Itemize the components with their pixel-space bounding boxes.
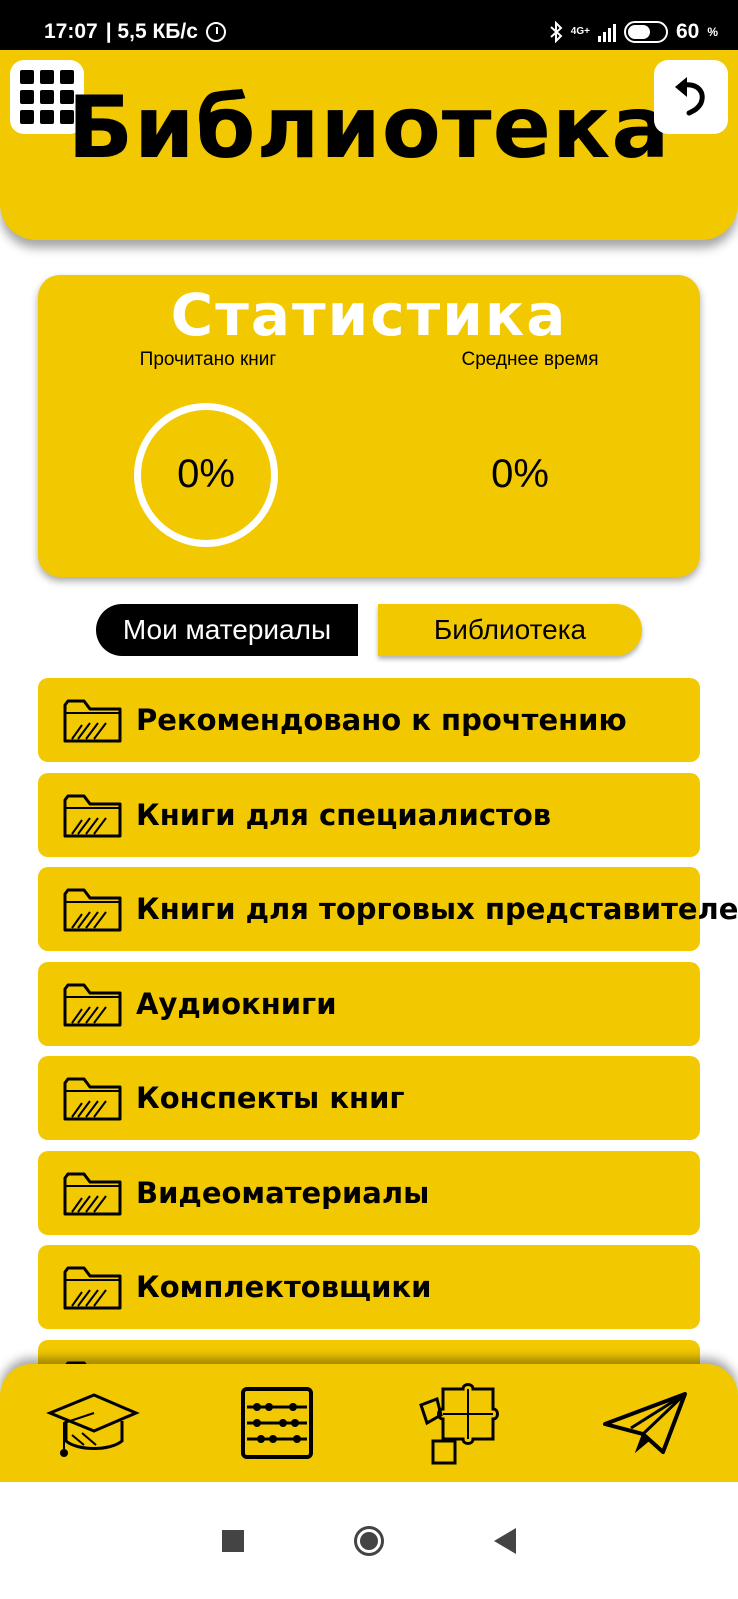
app-header: Библиотека — [0, 50, 738, 240]
folder-list-item[interactable]: Книги для торговых представителей — [38, 867, 738, 951]
folder-list-item[interactable]: Комплектовщики — [38, 1245, 700, 1329]
folder-icon — [63, 1266, 122, 1310]
nav-send-button[interactable] — [596, 1378, 696, 1468]
puzzle-icon — [419, 1383, 500, 1465]
nav-learning-button[interactable] — [42, 1378, 142, 1468]
network-type: 4G+ — [570, 26, 590, 37]
tab-library[interactable]: Библиотека — [378, 604, 642, 656]
nav-puzzle-button[interactable] — [411, 1378, 511, 1468]
folder-list-item[interactable]: Видеоматериалы — [38, 1151, 700, 1235]
stats-title: Статистика — [170, 281, 568, 349]
abacus-icon — [240, 1387, 313, 1459]
tab-my-materials[interactable]: Мои материалы — [96, 604, 358, 656]
signal-icon — [597, 22, 616, 42]
graduation-cap-icon — [46, 1393, 141, 1457]
battery-unit: % — [707, 25, 718, 39]
folder-icon — [63, 1172, 122, 1216]
system-nav-bar — [0, 1482, 738, 1599]
back-icon[interactable] — [494, 1527, 516, 1554]
page-title: Библиотека — [67, 78, 671, 178]
folder-label: Комплектовщики — [136, 1270, 432, 1304]
status-right: 4G+ 60 % — [549, 20, 718, 44]
bluetooth-icon — [550, 21, 563, 43]
battery-level — [627, 25, 650, 39]
folder-label: Аудиокниги — [136, 987, 337, 1021]
folder-label: Видеоматериалы — [136, 1176, 430, 1210]
home-icon[interactable] — [354, 1525, 384, 1556]
average-time-value: 0% — [491, 452, 549, 496]
average-time-label: Среднее время — [461, 349, 599, 370]
folder-icon — [63, 699, 122, 743]
folder-list-item[interactable]: Книги для специалистов — [38, 773, 700, 857]
folder-list-item[interactable]: Аудиокниги — [38, 962, 700, 1046]
folder-icon — [63, 794, 122, 838]
status-left: 17:07 | 5,5 КБ/с — [44, 20, 226, 44]
bottom-nav — [0, 1364, 738, 1482]
battery-icon — [623, 21, 668, 43]
status-speed: | 5,5 КБ/с — [105, 20, 198, 43]
status-time: 17:07 — [44, 20, 98, 43]
books-read-value: 0% — [177, 452, 235, 496]
folder-label: Рекомендовано к прочтению — [136, 703, 627, 737]
folder-label: Книги для специалистов — [136, 798, 552, 832]
folder-icon — [63, 1077, 122, 1121]
alarm-icon — [205, 22, 226, 42]
paper-plane-icon — [602, 1392, 687, 1454]
books-read-label: Прочитано книг — [139, 349, 277, 370]
folder-icon — [63, 983, 122, 1027]
folder-list-item[interactable]: Рекомендовано к прочтению — [38, 678, 700, 762]
stats-card: Статистика Прочитано книг Среднее время … — [38, 275, 700, 577]
folder-list-item[interactable]: Конспекты книг — [38, 1056, 700, 1140]
nav-calculator-button[interactable] — [227, 1378, 327, 1468]
undo-arrow-icon — [675, 77, 705, 116]
folder-label: Книги для торговых представителей — [136, 892, 738, 926]
undo-button[interactable] — [654, 60, 728, 134]
recent-apps-icon[interactable] — [222, 1529, 244, 1552]
folder-label: Конспекты книг — [136, 1081, 405, 1115]
folder-icon — [63, 888, 122, 932]
battery-percent: 60 — [675, 20, 700, 43]
